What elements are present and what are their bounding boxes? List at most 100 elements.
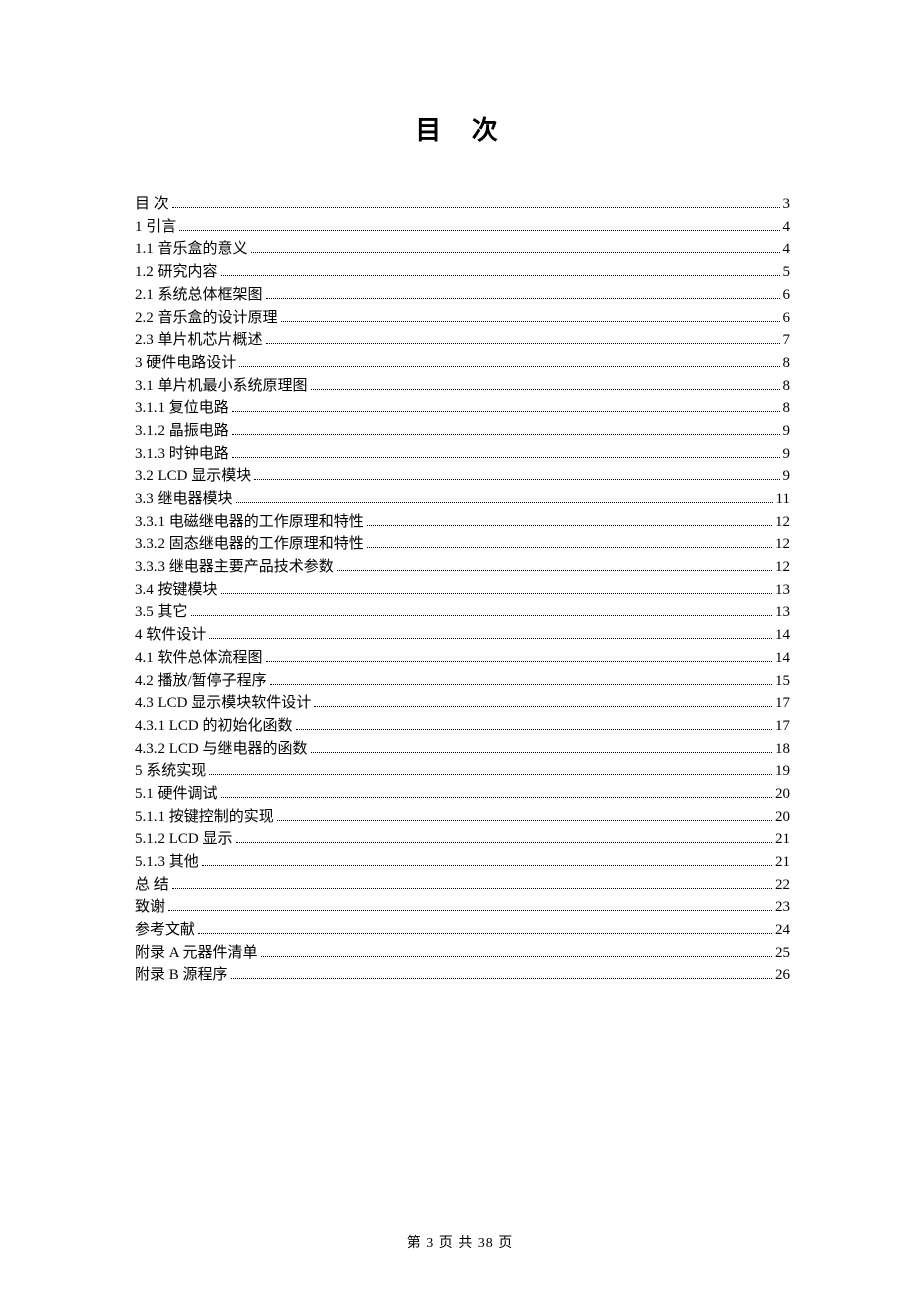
toc-entry-page: 13 xyxy=(775,605,790,620)
document-page: 目 次 目 次31 引言41.1 音乐盒的意义41.2 研究内容52.1 系统总… xyxy=(0,0,920,1302)
toc-entry-label: 3.1.1 复位电路 xyxy=(135,401,229,416)
toc-entry-page: 17 xyxy=(775,719,790,734)
toc-entry-page: 5 xyxy=(783,265,791,280)
toc-leader-dots xyxy=(236,832,772,844)
toc-entry-page: 21 xyxy=(775,832,790,847)
toc-row: 3.1.1 复位电路8 xyxy=(135,397,790,420)
toc-entry-label: 3.1.2 晶振电路 xyxy=(135,424,229,439)
toc-entry-label: 2.2 音乐盒的设计原理 xyxy=(135,311,278,326)
toc-entry-page: 13 xyxy=(775,583,790,598)
toc-leader-dots xyxy=(232,401,780,413)
toc-entry-page: 18 xyxy=(775,742,790,757)
toc-entry-label: 5.1.2 LCD 显示 xyxy=(135,832,233,847)
toc-entry-label: 3.4 按键模块 xyxy=(135,583,218,598)
toc-entry-label: 附录 A 元器件清单 xyxy=(135,946,258,961)
toc-leader-dots xyxy=(209,764,772,776)
toc-leader-dots xyxy=(232,423,780,435)
toc-entry-page: 25 xyxy=(775,946,790,961)
toc-entry-label: 4.3.2 LCD 与继电器的函数 xyxy=(135,742,308,757)
toc-leader-dots xyxy=(314,696,772,708)
toc-row: 4.3.2 LCD 与继电器的函数 18 xyxy=(135,738,790,761)
toc-row: 3.4 按键模块 13 xyxy=(135,579,790,602)
toc-row: 3.1 单片机最小系统原理图8 xyxy=(135,375,790,398)
toc-entry-label: 3.1.3 时钟电路 xyxy=(135,447,229,462)
toc-title: 目 次 xyxy=(135,110,790,147)
toc-leader-dots xyxy=(311,378,780,390)
toc-entry-label: 5.1 硬件调试 xyxy=(135,787,218,802)
toc-entry-label: 目 次 xyxy=(135,197,169,212)
toc-entry-label: 3.3 继电器模块 xyxy=(135,492,233,507)
toc-leader-dots xyxy=(311,741,772,753)
toc-row: 4.3 LCD 显示模块软件设计 17 xyxy=(135,692,790,715)
toc-entry-page: 4 xyxy=(783,220,791,235)
toc-entry-page: 24 xyxy=(775,923,790,938)
toc-row: 附录 B 源程序 26 xyxy=(135,964,790,987)
page-footer: 第 3 页 共 38 页 xyxy=(0,1232,920,1252)
toc-entry-label: 3 硬件电路设计 xyxy=(135,356,236,371)
toc-entry-page: 8 xyxy=(783,356,791,371)
toc-row: 5.1.3 其他21 xyxy=(135,851,790,874)
toc-entry-page: 17 xyxy=(775,696,790,711)
toc-leader-dots xyxy=(209,628,772,640)
toc-entry-page: 14 xyxy=(775,651,790,666)
toc-entry-label: 4.3.1 LCD 的初始化函数 xyxy=(135,719,293,734)
toc-leader-dots xyxy=(261,945,772,957)
toc-leader-dots xyxy=(266,333,780,345)
toc-leader-dots xyxy=(198,923,772,935)
toc-row: 3.1.2 晶振电路 9 xyxy=(135,420,790,443)
toc-entry-page: 23 xyxy=(775,900,790,915)
toc-row: 5.1.2 LCD 显示 21 xyxy=(135,828,790,851)
toc-row: 附录 A 元器件清单 25 xyxy=(135,942,790,965)
toc-entry-label: 3.2 LCD 显示模块 xyxy=(135,469,251,484)
toc-entry-label: 参考文献 xyxy=(135,923,195,938)
toc-row: 2.2 音乐盒的设计原理6 xyxy=(135,306,790,329)
toc-entry-page: 26 xyxy=(775,968,790,983)
toc-row: 参考文献 24 xyxy=(135,919,790,942)
toc-leader-dots xyxy=(277,809,772,821)
toc-entry-label: 2.3 单片机芯片概述 xyxy=(135,333,263,348)
toc-row: 1.2 研究内容5 xyxy=(135,261,790,284)
toc-row: 致谢23 xyxy=(135,896,790,919)
toc-entry-label: 2.1 系统总体框架图 xyxy=(135,288,263,303)
toc-entry-label: 附录 B 源程序 xyxy=(135,968,228,983)
toc-entry-page: 3 xyxy=(783,197,791,212)
toc-entry-page: 15 xyxy=(775,674,790,689)
toc-entry-page: 9 xyxy=(783,424,791,439)
toc-leader-dots xyxy=(266,650,772,662)
toc-row: 3.3.1 电磁继电器的工作原理和特性 12 xyxy=(135,511,790,534)
toc-entry-page: 12 xyxy=(775,515,790,530)
toc-entry-page: 9 xyxy=(783,447,791,462)
toc-row: 4 软件设计14 xyxy=(135,624,790,647)
toc-row: 1.1 音乐盒的意义4 xyxy=(135,238,790,261)
toc-row: 3.3.2 固态继电器的工作原理和特性12 xyxy=(135,533,790,556)
toc-leader-dots xyxy=(367,514,772,526)
toc-entry-label: 3.3.1 电磁继电器的工作原理和特性 xyxy=(135,515,364,530)
toc-entry-label: 4.3 LCD 显示模块软件设计 xyxy=(135,696,311,711)
toc-row: 4.2 播放/暂停子程序15 xyxy=(135,669,790,692)
toc-row: 3.3.3 继电器主要产品技术参数12 xyxy=(135,556,790,579)
toc-row: 4.1 软件总体流程图 14 xyxy=(135,647,790,670)
toc-entry-page: 20 xyxy=(775,810,790,825)
toc-row: 5 系统实现19 xyxy=(135,760,790,783)
toc-entry-label: 总 结 xyxy=(135,878,169,893)
toc-row: 目 次 3 xyxy=(135,193,790,216)
toc-leader-dots xyxy=(221,265,780,277)
toc-row: 5.1.1 按键控制的实现20 xyxy=(135,806,790,829)
toc-leader-dots xyxy=(172,877,772,889)
toc-entry-page: 22 xyxy=(775,878,790,893)
toc-leader-dots xyxy=(266,287,780,299)
toc-entry-page: 4 xyxy=(783,242,791,257)
toc-leader-dots xyxy=(251,242,780,254)
toc-entry-label: 3.5 其它 xyxy=(135,605,188,620)
toc-leader-dots xyxy=(231,968,772,980)
toc-row: 3 硬件电路设计 8 xyxy=(135,352,790,375)
toc-leader-dots xyxy=(179,219,779,231)
toc-row: 5.1 硬件调试20 xyxy=(135,783,790,806)
toc-entry-page: 19 xyxy=(775,764,790,779)
toc-entry-label: 4.1 软件总体流程图 xyxy=(135,651,263,666)
toc-entry-label: 1 引言 xyxy=(135,220,176,235)
toc-leader-dots xyxy=(296,718,772,730)
toc-entry-label: 4 软件设计 xyxy=(135,628,206,643)
toc-leader-dots xyxy=(168,900,772,912)
toc-row: 3.1.3 时钟电路 9 xyxy=(135,443,790,466)
